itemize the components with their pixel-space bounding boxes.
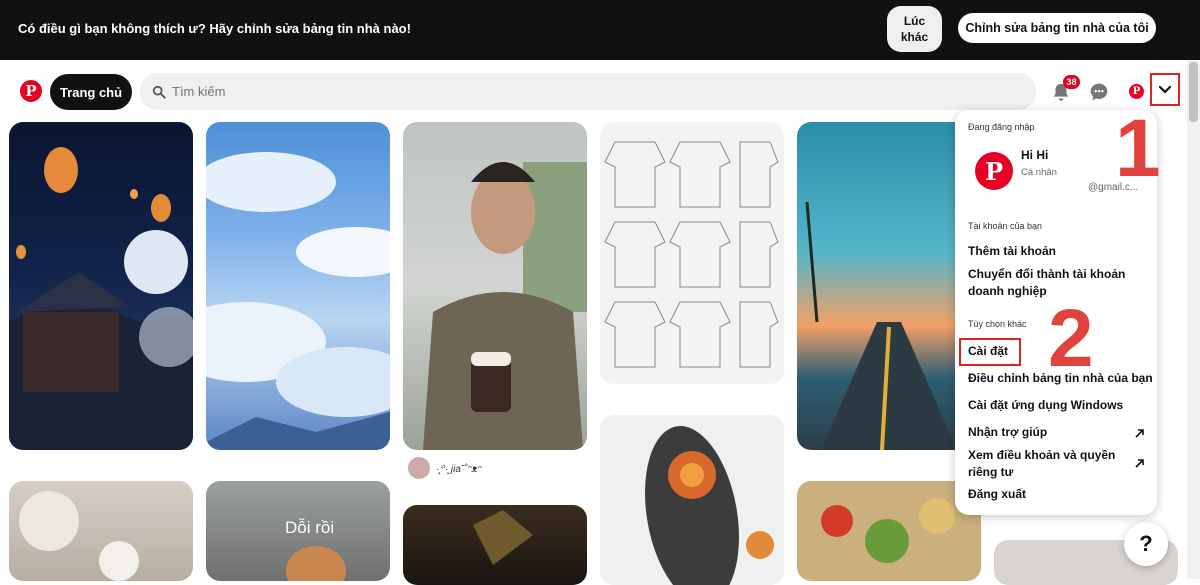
scrollbar-track[interactable] [1187,60,1200,579]
search-input[interactable] [172,84,972,99]
search-bar[interactable] [140,73,1036,110]
pin-salad[interactable] [797,481,981,581]
home-button[interactable]: Trang chủ [50,74,132,110]
pin-overlay-text: Dỗi rồi [285,518,335,537]
pin-image [604,141,779,368]
edit-feed-banner: Có điều gì bạn không thích ư? Hãy chỉnh … [0,0,1200,60]
edit-feed-button[interactable]: Chỉnh sửa bảng tin nhà của tôi [958,13,1156,43]
pin-girl-drink[interactable] [403,122,587,450]
pin-image [821,498,955,563]
chevron-down-icon [1159,85,1171,94]
search-icon [152,85,166,99]
creator-name: ·̩͙꙳·̩͙ jia˜˚ᵔᴥᵔ [436,464,482,475]
notification-badge: 38 [1063,75,1080,89]
get-help-item[interactable]: Nhận trợ giúp [968,424,1047,441]
your-accounts-label: Tài khoản của bạn [968,221,1043,231]
logout-item[interactable]: Đăng xuất [968,486,1026,503]
pin-image [423,162,587,450]
account-name[interactable]: Hi Hi [1021,148,1048,162]
creator-avatar [408,457,430,479]
account-avatar[interactable]: P [975,152,1013,190]
pin-image [19,491,139,581]
pin-dark-leaves[interactable] [403,505,587,585]
add-account-item[interactable]: Thêm tài khoản [968,243,1056,260]
pin-image [473,510,533,565]
external-link-icon [1135,459,1144,468]
step-2-annotation: 2 [1048,293,1094,384]
account-type: Cá nhân [1021,167,1057,178]
step-1-annotation: 1 [1115,103,1161,194]
help-button[interactable]: ? [1124,522,1168,566]
profile-avatar[interactable]: P [1129,84,1144,99]
scrollbar-thumb[interactable] [1189,62,1198,122]
windows-app-settings-item[interactable]: Cài đặt ứng dụng Windows [968,397,1123,414]
later-button[interactable]: Lúc khác [887,6,942,52]
settings-highlight-box [959,338,1021,366]
pin-sky-clouds[interactable] [206,122,390,450]
pin-image [645,426,774,585]
pin-creator[interactable]: ·̩͙꙳·̩͙ jia˜˚ᵔᴥᵔ [408,457,482,479]
logged-in-label: Đang đăng nhập [968,122,1035,132]
pin-image [805,181,969,450]
pin-flowers-room[interactable] [9,481,193,581]
pin-image [206,152,390,450]
external-link-icon [1135,429,1144,438]
terms-privacy-item[interactable]: Xem điều khoản và quyền riêng tư [968,447,1128,481]
banner-text: Có điều gì bạn không thích ư? Hãy chỉnh … [18,21,411,36]
pin-lantern-night[interactable] [9,122,193,450]
pin-palm-road[interactable] [797,122,981,450]
pinterest-logo-icon[interactable]: P [20,80,42,102]
pin-tattoo-flower[interactable] [600,415,784,585]
pin-shirt-sketches[interactable] [600,122,784,384]
pin-image [9,147,193,450]
other-options-label: Tùy chọn khác [968,319,1027,329]
chat-icon[interactable] [1089,82,1109,102]
